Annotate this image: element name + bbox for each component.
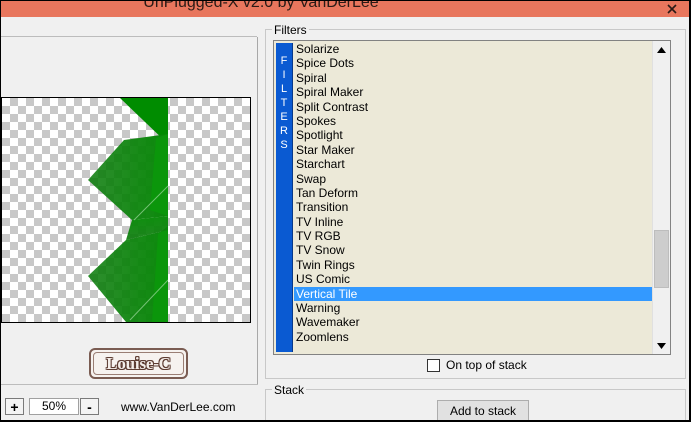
panel-divider-right bbox=[257, 37, 258, 385]
banner-letter: E bbox=[280, 111, 288, 123]
filter-item[interactable]: Starchart bbox=[294, 157, 652, 171]
triangle-up-icon bbox=[657, 46, 666, 53]
author-logo-text: Louise-C bbox=[93, 352, 184, 375]
filter-item[interactable]: Spotlight bbox=[294, 128, 652, 142]
filter-item[interactable]: Wavemaker bbox=[294, 315, 652, 329]
on-top-of-stack-option[interactable]: On top of stack bbox=[427, 358, 527, 372]
preview-image bbox=[88, 98, 169, 322]
filters-banner: FILTERS bbox=[276, 43, 293, 352]
filter-item[interactable]: Spice Dots bbox=[294, 56, 652, 70]
filter-item[interactable]: Spiral Maker bbox=[294, 85, 652, 99]
panel-divider-top bbox=[1, 36, 257, 37]
filters-list[interactable]: FILTERS Solarize Spice Dots Spiral Spiral M… bbox=[273, 40, 671, 355]
filter-item[interactable]: TV Snow bbox=[294, 243, 652, 257]
scroll-down-button[interactable] bbox=[653, 337, 670, 354]
filters-list-items: Solarize Spice Dots Spiral Spiral Maker Spli… bbox=[294, 42, 652, 344]
banner-letter: L bbox=[280, 83, 288, 95]
banner-letter: T bbox=[280, 97, 288, 109]
stack-group-label: Stack bbox=[272, 383, 307, 397]
filter-item[interactable]: Twin Rings bbox=[294, 258, 652, 272]
filter-item[interactable]: Zoomlens bbox=[294, 330, 652, 344]
filter-item[interactable]: TV Inline bbox=[294, 215, 652, 229]
close-icon bbox=[667, 4, 677, 14]
scroll-thumb[interactable] bbox=[654, 230, 669, 288]
filters-group-label: Filters bbox=[272, 23, 309, 37]
window-title: UnPlugged-X v2.0 by VanDerLee bbox=[143, 1, 379, 11]
filter-item[interactable]: US Comic bbox=[294, 272, 652, 286]
scroll-up-button[interactable] bbox=[653, 41, 670, 58]
filter-item[interactable]: Warning bbox=[294, 301, 652, 315]
filter-item[interactable]: Tan Deform bbox=[294, 186, 652, 200]
zoom-in-button[interactable]: + bbox=[5, 398, 24, 415]
filter-item[interactable]: Spiral bbox=[294, 71, 652, 85]
filter-item[interactable]: Split Contrast bbox=[294, 100, 652, 114]
title-bar: UnPlugged-X v2.0 by VanDerLee bbox=[1, 1, 689, 17]
zoom-out-button[interactable]: - bbox=[80, 398, 99, 415]
banner-letter: F bbox=[280, 55, 288, 67]
triangle-down-icon bbox=[657, 342, 666, 349]
banner-letter: S bbox=[280, 139, 288, 151]
banner-letter: I bbox=[282, 69, 286, 81]
filter-item[interactable]: Transition bbox=[294, 200, 652, 214]
filter-item[interactable]: Spokes bbox=[294, 114, 652, 128]
filter-item[interactable]: Solarize bbox=[294, 42, 652, 56]
author-logo: Louise-C bbox=[89, 348, 188, 379]
close-button[interactable] bbox=[655, 1, 689, 17]
filters-scrollbar[interactable] bbox=[652, 41, 670, 354]
preview-canvas[interactable] bbox=[1, 97, 251, 323]
on-top-of-stack-label: On top of stack bbox=[446, 358, 527, 372]
preview-panel: Louise-C + 50% - www.VanDerLee.com bbox=[1, 17, 262, 420]
filter-item[interactable]: Swap bbox=[294, 172, 652, 186]
banner-letter: R bbox=[280, 125, 288, 137]
zoom-level-field[interactable]: 50% bbox=[29, 398, 79, 415]
on-top-of-stack-checkbox[interactable] bbox=[427, 358, 440, 372]
panel-divider-bottom bbox=[1, 384, 258, 385]
plugin-window: UnPlugged-X v2.0 by VanDerLee Louise-C +… bbox=[1, 1, 689, 420]
add-to-stack-button[interactable]: Add to stack bbox=[437, 400, 529, 420]
filter-item[interactable]: TV RGB bbox=[294, 229, 652, 243]
website-link[interactable]: www.VanDerLee.com bbox=[121, 400, 236, 414]
filter-item[interactable]: Vertical Tile bbox=[294, 286, 652, 302]
filter-item[interactable]: Star Maker bbox=[294, 143, 652, 157]
